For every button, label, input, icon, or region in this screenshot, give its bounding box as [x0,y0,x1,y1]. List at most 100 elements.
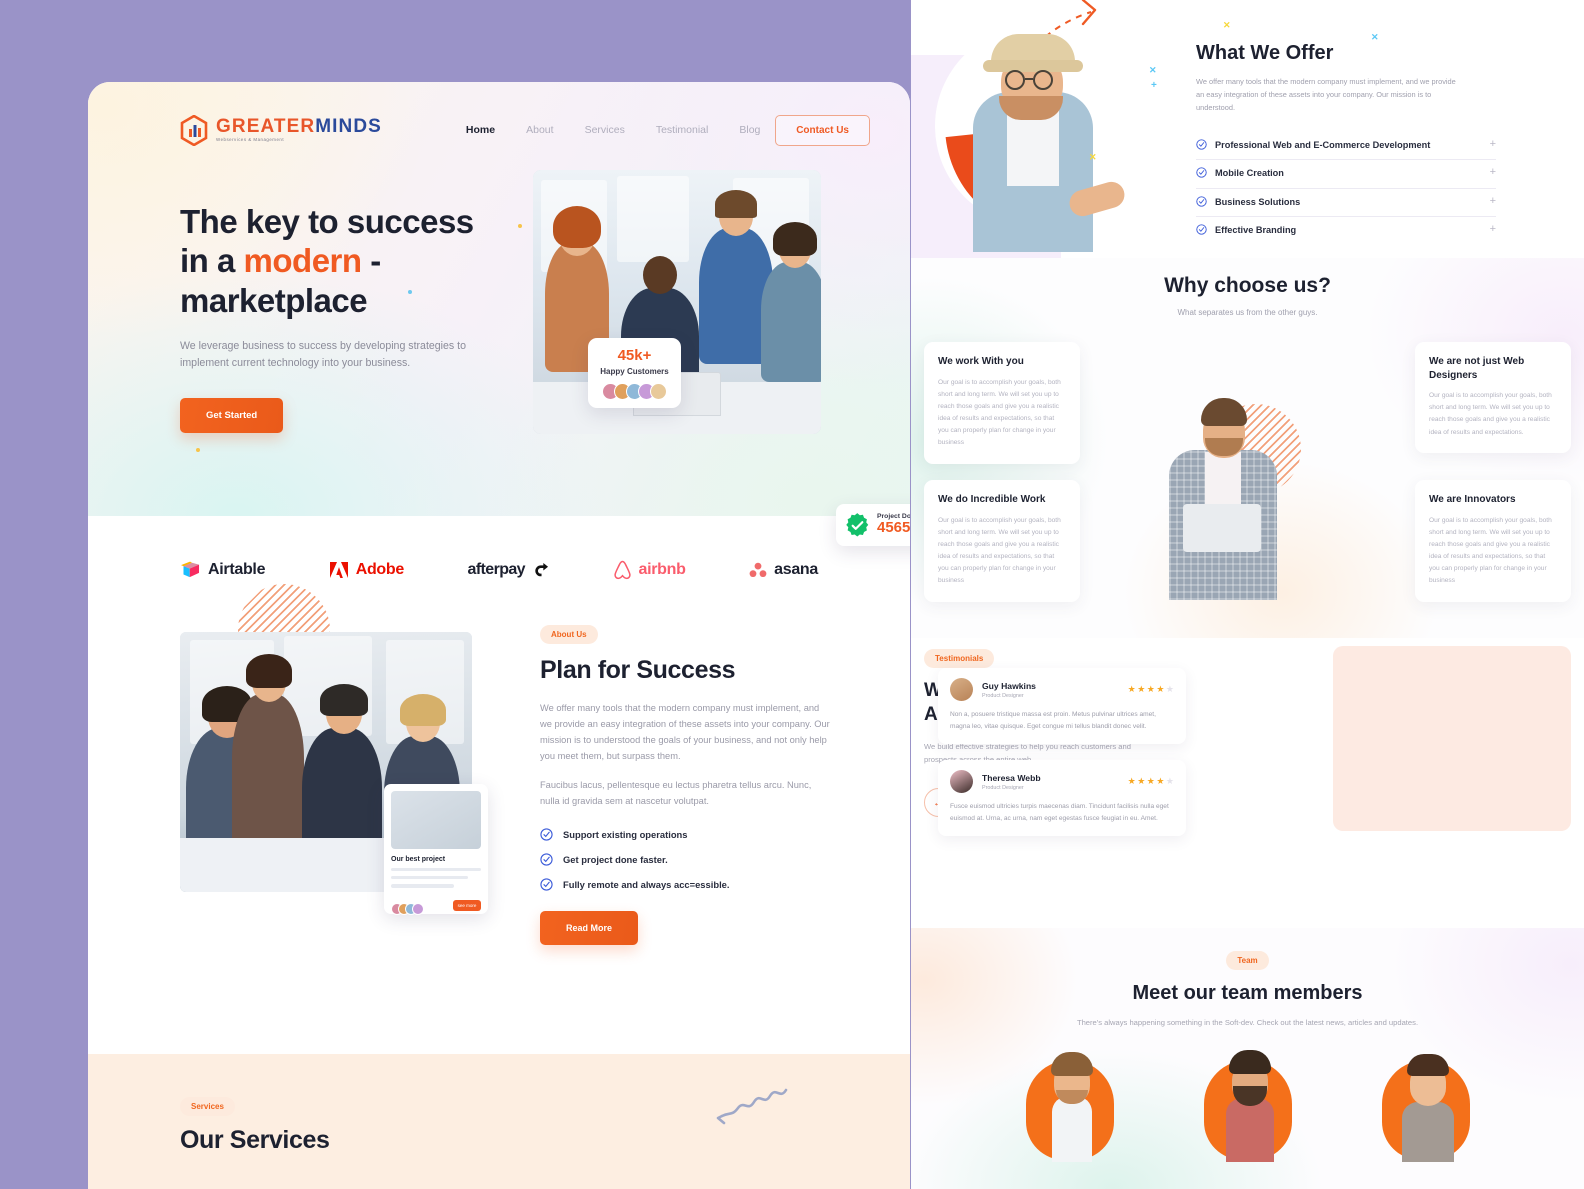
left-mockup-panel: GREATERMINDS Webservices & Management Ho… [88,82,910,1189]
afterpay-arrow-icon [535,562,548,577]
star-decoration-icon: ✕ [1223,20,1231,30]
get-started-button[interactable]: Get Started [180,398,284,434]
accordion-label: Mobile Creation [1215,168,1284,179]
plus-icon[interactable]: + [1490,138,1496,150]
why-card-title: We are Innovators [1429,494,1516,505]
asana-icon [749,562,767,578]
verified-check-icon [845,512,870,538]
check-circle-icon [1196,196,1207,207]
hero-title-highlight: modern [243,242,363,280]
brand-adobe[interactable]: Adobe [329,561,404,579]
why-card-body: Our goal is to accomplish your goals, bo… [1429,392,1552,436]
nav-item-about[interactable]: About [526,124,553,136]
hero-title: The key to success in a modern - marketp… [180,202,510,320]
right-mockup-panel: What We Offer We offer many tools that t… [911,0,1584,1189]
testimonials-section: Testimonials What People Say About Us We… [911,638,1584,928]
avatar [650,383,667,400]
star-icon: ★ [1127,776,1136,786]
check-circle-icon [540,853,553,866]
site-header: GREATERMINDS Webservices & Management Ho… [88,82,910,156]
hero-title-line3: marketplace [180,281,368,319]
brand-label: airbnb [638,561,686,578]
plus-icon[interactable]: + [1490,195,1496,207]
customer-avatars [588,383,681,400]
check-list-item: Support existing operations [540,828,830,841]
brand-asana[interactable]: asana [749,561,818,579]
check-label: Get project done faster. [563,853,668,865]
brand-airtable[interactable]: Airtable [180,561,265,579]
brand-afterpay[interactable]: afterpay [468,561,549,579]
airbnb-icon [613,560,631,580]
accordion-item-web-development[interactable]: Professional Web and E-Commerce Developm… [1196,132,1496,161]
nav-item-services[interactable]: Services [585,124,625,136]
services-section: Services Our Services [88,1054,910,1189]
team-member[interactable] [1374,1050,1477,1162]
best-project-card[interactable]: Our best project see more [384,784,488,915]
plus-icon[interactable]: + [1490,224,1496,235]
hero-title-line2-pre: in a [180,242,244,280]
about-paragraph-2: Faucibus lacus, pellentesque eu lectus p… [540,779,812,806]
nav-item-home[interactable]: Home [466,124,495,136]
offer-hero-image [929,0,1144,252]
plus-icon[interactable]: + [1490,167,1496,178]
brand-label: Airtable [208,561,266,578]
best-project-avatars [391,902,424,915]
accordion-item-business-solutions[interactable]: Business Solutions + [1196,189,1496,218]
see-more-button[interactable]: see more [453,899,481,911]
logo-text-secondary: MINDS [315,116,382,138]
logo[interactable]: GREATERMINDS Webservices & Management [180,113,382,147]
testimonial-card: Theresa Webb Product Designer ★ ★ ★ ★ ★ … [938,760,1186,837]
logo-tagline: Webservices & Management [216,137,285,143]
plus-decoration-icon: + [1151,80,1157,91]
why-person-image [1143,376,1293,600]
brand-airbnb[interactable]: airbnb [613,560,686,580]
testimonial-card: Guy Hawkins Product Designer ★ ★ ★ ★ ★ N… [938,668,1186,745]
project-done-value: 4565 [877,519,910,537]
offer-accordion: Professional Web and E-Commerce Developm… [1196,132,1496,245]
check-list-item: Get project done faster. [540,853,830,866]
nav-item-blog[interactable]: Blog [739,124,760,136]
why-card-work-with-you: We work With you Our goal is to accompli… [924,342,1080,464]
avatar [950,678,973,701]
read-more-button[interactable]: Read More [540,910,639,945]
squiggle-arrow-icon [716,1088,788,1125]
check-label: Fully remote and always acc=essible. [563,878,730,890]
team-member[interactable] [1018,1050,1121,1162]
testimonial-name: Theresa Webb [982,772,1041,783]
happy-customers-badge: 45k+ Happy Customers [588,338,681,408]
nav-item-testimonial[interactable]: Testimonial [656,124,709,136]
avatar [412,902,424,915]
check-circle-icon [1196,167,1207,178]
accordion-item-effective-branding[interactable]: Effective Branding + [1196,217,1496,244]
why-card-incredible-work: We do Incredible Work Our goal is to acc… [924,480,1080,602]
brand-label: Adobe [355,561,405,578]
about-heading: Plan for Success [540,656,736,684]
check-circle-icon [1196,139,1207,150]
accordion-item-mobile-creation[interactable]: Mobile Creation + [1196,160,1496,189]
check-circle-icon [540,878,553,891]
team-heading: Meet our team members [1132,982,1363,1004]
decorative-dot [196,448,200,452]
laptop-icon [1183,504,1261,552]
hero-copy: The key to success in a modern - marketp… [180,202,510,434]
hero-title-line1: The key to success [180,203,474,240]
why-subheading: What separates us from the other guys. [1177,308,1318,317]
check-label: Support existing operations [563,828,688,840]
hero-title-line2-post: - [361,242,381,280]
accordion-label: Professional Web and E-Commerce Developm… [1215,139,1431,150]
why-card-body: Our goal is to accomplish your goals, bo… [938,516,1061,585]
testimonial-name: Guy Hawkins [982,680,1036,691]
placeholder-line [391,876,469,880]
contact-us-button[interactable]: Contact Us [775,114,870,146]
why-card-body: Our goal is to accomplish your goals, bo… [938,378,1061,447]
testimonials-panel-background [1333,646,1571,831]
services-pill: Services [180,1097,235,1116]
team-paragraph: There's always happening something in th… [1076,1018,1419,1027]
team-member[interactable] [1196,1049,1299,1162]
brand-label: asana [774,561,818,578]
testimonial-role: Product Designer [982,784,1024,791]
offer-paragraph: We offer many tools that the modern comp… [1196,77,1456,112]
rating-stars: ★ ★ ★ ★ ★ [1128,684,1174,695]
about-section: Our best project see more About Us Plan … [88,584,910,1054]
check-circle-icon [540,828,553,841]
